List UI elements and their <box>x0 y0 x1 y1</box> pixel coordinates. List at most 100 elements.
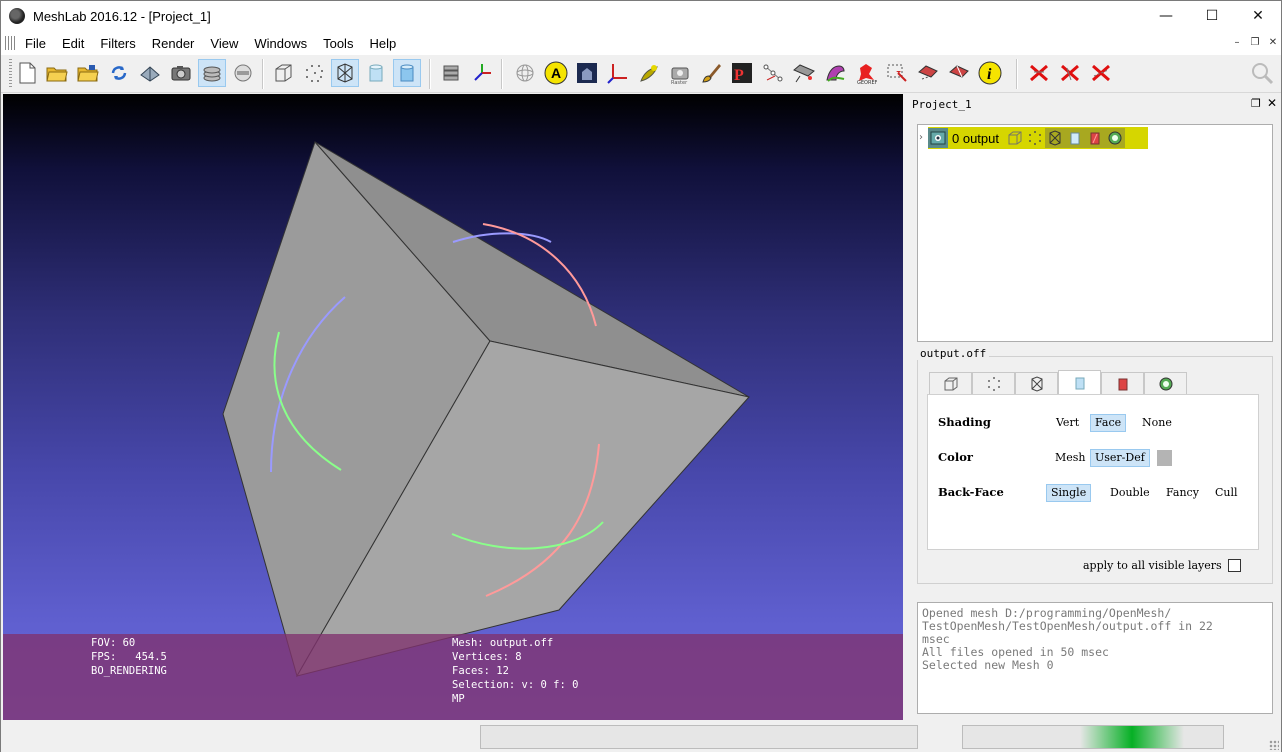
hud-left-block: FOV: 60 FPS: 454.5 BO_RENDERING <box>91 636 167 678</box>
pickpoints-icon[interactable]: Raster <box>666 59 694 87</box>
toolbar-separator <box>501 59 503 89</box>
mdi-minimize-icon[interactable]: – <box>1229 35 1245 51</box>
measure-icon[interactable] <box>604 59 632 87</box>
axis-icon[interactable] <box>468 59 496 87</box>
new-project-icon[interactable] <box>13 59 41 87</box>
bounding-box-icon[interactable] <box>269 59 297 87</box>
smooth-icon[interactable] <box>393 59 421 87</box>
georef-icon[interactable] <box>821 59 849 87</box>
meshlab-window: MeshLab 2016.12 - [Project_1] — ☐ ✕ File… <box>0 0 1282 752</box>
apply-all-checkbox[interactable] <box>1227 559 1241 572</box>
layer-list: › 0 output <box>917 124 1273 342</box>
delete-selected-vertices-icon[interactable] <box>1087 59 1115 87</box>
export-mesh-icon[interactable] <box>136 59 164 87</box>
backface-cull-option[interactable]: Cull <box>1210 484 1243 502</box>
search-icon[interactable] <box>1248 59 1276 87</box>
tab-extra[interactable] <box>1144 372 1187 394</box>
delete-selected-faces-icon[interactable] <box>1056 59 1084 87</box>
panel-float-icon[interactable]: ❐ <box>1251 97 1261 110</box>
menu-windows[interactable]: Windows <box>246 36 315 51</box>
shading-label: Shading <box>938 415 991 429</box>
svg-text:A: A <box>551 65 561 81</box>
expand-arrow-icon[interactable]: › <box>919 132 923 143</box>
resize-grip-icon[interactable] <box>1269 740 1279 750</box>
paint-icon[interactable] <box>697 59 725 87</box>
points-icon[interactable] <box>300 59 328 87</box>
color-mesh-option[interactable]: Mesh <box>1050 449 1091 467</box>
raster-align-icon[interactable] <box>573 59 601 87</box>
layer-texture-icon[interactable] <box>1085 128 1105 148</box>
mdi-restore-icon[interactable]: ❐ <box>1247 35 1263 51</box>
apply-all-row: apply to all visible layers <box>1083 559 1241 572</box>
shading-face-option[interactable]: Face <box>1090 414 1127 432</box>
backface-fancy-option[interactable]: Fancy <box>1161 484 1204 502</box>
info-icon[interactable]: i <box>976 59 1004 87</box>
layer-bbox-icon[interactable] <box>1005 128 1025 148</box>
panel-title: Project_1 <box>912 98 972 111</box>
status-bar <box>1 722 1281 752</box>
backface-label: Back-Face <box>938 485 1004 499</box>
manipulator-icon[interactable] <box>511 59 539 87</box>
color-userdef-option[interactable]: User-Def <box>1090 449 1150 467</box>
menu-view[interactable]: View <box>202 36 246 51</box>
tab-bbox[interactable] <box>929 372 972 394</box>
raster-icon[interactable] <box>229 59 257 87</box>
fill-options-panel: Shading Vert Face None Color Mesh User-D… <box>927 394 1259 550</box>
decorate-icon[interactable] <box>437 59 465 87</box>
hud-vertices: Vertices: 8 <box>452 651 522 663</box>
log-line: TestOpenMesh/TestOpenMesh/output.off in … <box>922 619 1213 633</box>
flat-icon[interactable] <box>362 59 390 87</box>
align-icon[interactable] <box>635 59 663 87</box>
menu-filters[interactable]: Filters <box>92 36 143 51</box>
wireframe-icon[interactable] <box>331 59 359 87</box>
render-tabs <box>929 370 1187 394</box>
selection-icon[interactable]: P <box>728 59 756 87</box>
shading-vert-option[interactable]: Vert <box>1051 414 1084 432</box>
layer-points-icon[interactable] <box>1025 128 1045 148</box>
layer-settings-icon[interactable] <box>1105 128 1125 148</box>
layer-row[interactable]: 0 output <box>928 127 1148 149</box>
svg-text:Raster: Raster <box>671 80 688 84</box>
3d-viewport[interactable]: FOV: 60 FPS: 454.5 BO_RENDERING Mesh: outp… <box>3 94 903 720</box>
backface-double-option[interactable]: Double <box>1105 484 1155 502</box>
menu-tools[interactable]: Tools <box>315 36 361 51</box>
mesh-render <box>222 141 750 678</box>
hud-mesh-name: Mesh: output.off <box>452 637 554 649</box>
backface-single-option[interactable]: Single <box>1046 484 1092 502</box>
color-swatch[interactable] <box>1157 450 1172 466</box>
delete-all-icon[interactable] <box>1025 59 1053 87</box>
connected-icon[interactable] <box>759 59 787 87</box>
tab-texture[interactable] <box>1101 372 1144 394</box>
snapshot-icon[interactable] <box>167 59 195 87</box>
menu-edit[interactable]: Edit <box>54 36 92 51</box>
select-faces-icon[interactable]: GEOREF <box>852 59 880 87</box>
menu-file[interactable]: File <box>17 36 54 51</box>
delete-face-icon[interactable] <box>945 59 973 87</box>
tab-fill[interactable] <box>1058 370 1101 394</box>
panel-close-icon[interactable]: ✕ <box>1267 96 1277 110</box>
reload-icon[interactable] <box>105 59 133 87</box>
svg-text:GEOREF: GEOREF <box>857 80 877 84</box>
layer-wire-icon[interactable] <box>1045 128 1065 148</box>
shading-none-option[interactable]: None <box>1137 414 1177 432</box>
select-vertices-icon[interactable] <box>883 59 911 87</box>
layers-icon[interactable] <box>198 59 226 87</box>
annotation-icon[interactable]: A <box>542 59 570 87</box>
open-project-icon[interactable] <box>43 59 71 87</box>
mdi-close-icon[interactable]: ✕ <box>1265 35 1281 51</box>
delete-vert-icon[interactable] <box>914 59 942 87</box>
minimize-button[interactable]: — <box>1143 1 1189 31</box>
menu-render[interactable]: Render <box>144 36 203 51</box>
maximize-button[interactable]: ☐ <box>1189 1 1235 31</box>
color-label: Color <box>938 450 973 464</box>
hud-fov: FOV: 60 <box>91 637 136 649</box>
tab-wire[interactable] <box>1015 372 1058 394</box>
menu-help[interactable]: Help <box>361 36 404 51</box>
svg-text:P: P <box>734 67 744 84</box>
fix-icon[interactable] <box>790 59 818 87</box>
visibility-eye-icon[interactable] <box>928 128 948 148</box>
tab-points[interactable] <box>972 372 1015 394</box>
close-button[interactable]: ✕ <box>1235 1 1281 31</box>
layer-fill-icon[interactable] <box>1065 128 1085 148</box>
import-mesh-icon[interactable] <box>74 59 102 87</box>
